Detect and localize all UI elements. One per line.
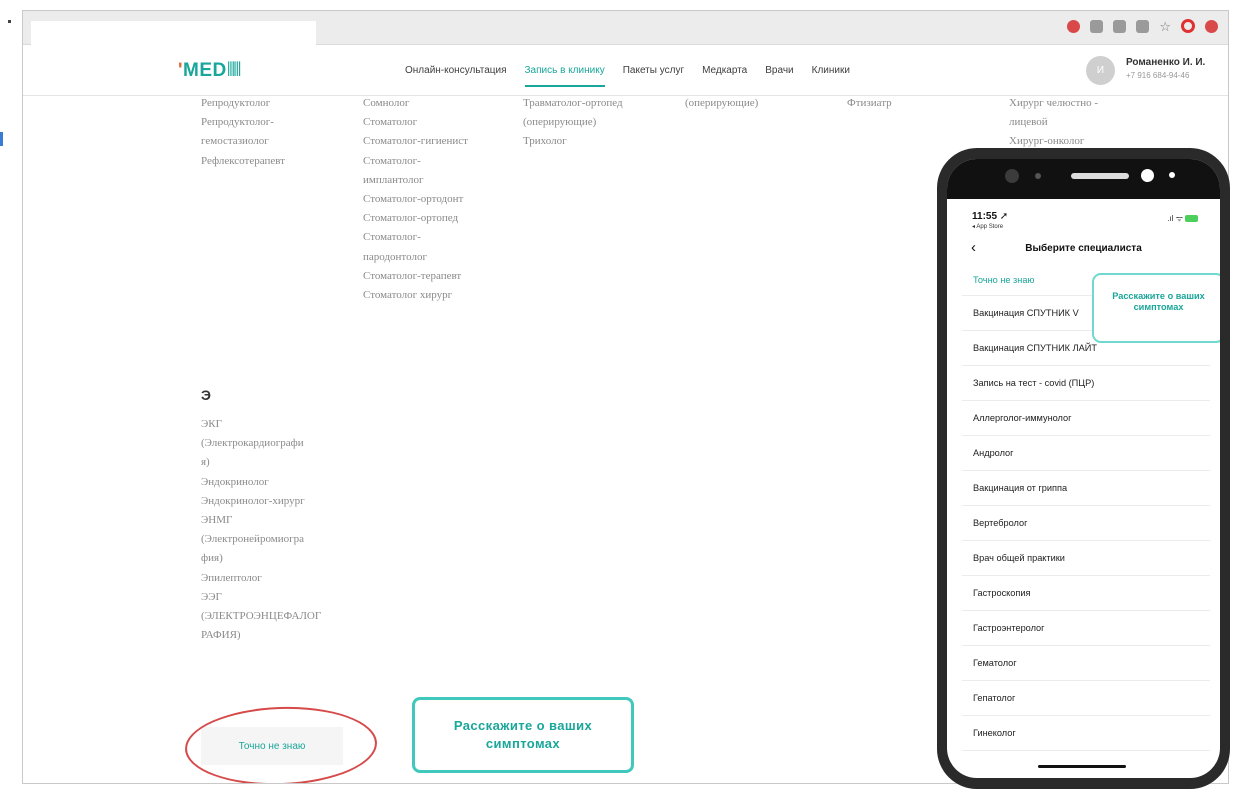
nav-service-packages[interactable]: Пакеты услуг (623, 65, 684, 87)
specialty-link[interactable]: Травматолог-ортопед (523, 94, 623, 113)
logo[interactable]: ʹMED⦀⦀ (178, 60, 242, 82)
opera-icon[interactable] (1181, 19, 1195, 33)
browser-toolbar: ☆ (23, 11, 1228, 46)
edge-mark-blue (0, 132, 3, 146)
user-phone: +7 916 684-94-46 (1126, 71, 1190, 80)
user-name[interactable]: Романенко И. И. (1126, 57, 1205, 68)
specialty-link[interactable]: имплантолог (363, 171, 468, 190)
speaker-icon (1071, 173, 1129, 179)
list-item[interactable]: Вертебролог (962, 506, 1210, 541)
list-item[interactable]: Аллерголог-иммунолог (962, 401, 1210, 436)
nav-online-consultation[interactable]: Онлайн-консультация (405, 65, 507, 87)
specialty-link[interactable]: Эпилептолог (201, 569, 321, 588)
specialty-link[interactable]: (Электрокардиографи (201, 434, 321, 453)
specialty-link[interactable]: Репродуктолог- (201, 113, 285, 132)
specialty-link[interactable]: Стоматолог-ортопед (363, 209, 468, 228)
specialty-column-5: Фтизиатр (847, 94, 892, 113)
sensor-icon (1141, 169, 1154, 182)
specialty-link[interactable]: Трихолог (523, 132, 623, 151)
extension-icon[interactable] (1067, 19, 1081, 33)
status-time: 11:55 ➚ (972, 211, 1009, 222)
specialty-link[interactable]: Репродуктолог (201, 94, 285, 113)
list-item[interactable]: Вакцинация от гриппа (962, 471, 1210, 506)
nav-medical-record[interactable]: Медкарта (702, 65, 747, 87)
status-icons: .ıl ᯤ (1167, 213, 1198, 224)
camera-icon (1005, 169, 1019, 183)
logo-bars-icon: ⦀⦀ (226, 60, 242, 81)
screen-title: Выберите специалиста (1025, 243, 1142, 254)
specialty-link[interactable]: (ЭЛЕКТРОЭНЦЕФАЛОГ (201, 607, 321, 626)
list-item[interactable]: Гепатолог (962, 681, 1210, 716)
specialty-link[interactable]: Хирург челюстно - (1009, 94, 1098, 113)
extension-icon[interactable] (1090, 19, 1104, 33)
address-bar[interactable] (31, 21, 316, 46)
specialty-link[interactable]: Рефлексотерапевт (201, 152, 285, 171)
adblock-icon[interactable] (1205, 19, 1218, 33)
site-header: ʹMED⦀⦀ Онлайн-консультация Запись в клин… (23, 46, 1228, 96)
specialty-link[interactable]: Фтизиатр (847, 94, 892, 113)
specialty-link[interactable]: Стоматолог (363, 113, 468, 132)
specialty-link[interactable]: я) (201, 453, 321, 472)
browser-extensions: ☆ (1067, 19, 1218, 33)
specialty-link[interactable]: (оперирующие) (523, 113, 623, 132)
list-item[interactable]: Андролог (962, 436, 1210, 471)
list-item[interactable]: Гинеколог (962, 716, 1210, 751)
dont-know-button[interactable]: Точно не знаю (201, 727, 343, 765)
specialty-link[interactable]: Эндокринолог-хирург (201, 492, 321, 511)
phone-screen: 11:55 ➚ ◂ App Store .ıl ᯤ ‹ Выберите спе… (947, 159, 1220, 778)
specialty-link[interactable]: (Электронейромиогра (201, 530, 321, 549)
mobile-tell-symptoms-button[interactable]: Расскажите о ваших симптомах (1092, 273, 1220, 343)
list-item[interactable]: Врач общей практики (962, 541, 1210, 576)
back-to-app-store[interactable]: ◂ App Store (972, 223, 1003, 230)
nav-clinics[interactable]: Клиники (812, 65, 850, 87)
key-icon[interactable] (1113, 19, 1127, 33)
specialty-link[interactable]: (оперирующие) (685, 94, 758, 113)
specialty-column-4: (оперирующие) (685, 94, 758, 113)
battery-icon (1185, 215, 1198, 223)
specialty-link[interactable]: Эндокринолог (201, 473, 321, 492)
specialty-link[interactable]: пародонтолог (363, 248, 468, 267)
logo-text: MED (183, 60, 227, 81)
specialty-link[interactable]: гемостазиолог (201, 132, 285, 151)
list-item[interactable]: Гастроскопия (962, 576, 1210, 611)
specialty-column-2: Сомнолог Стоматолог Стоматолог-гигиенист… (363, 94, 468, 305)
specialty-column-1: Репродуктолог Репродуктолог- гемостазиол… (201, 94, 285, 171)
specialty-link[interactable]: Стоматолог хирург (363, 286, 468, 305)
specialty-link[interactable]: Стоматолог-гигиенист (363, 132, 468, 151)
phone-mockup: 11:55 ➚ ◂ App Store .ıl ᯤ ‹ Выберите спе… (937, 148, 1230, 789)
screenshot: ☆ ʹMED⦀⦀ Онлайн-консультация Запись в кл… (0, 0, 1235, 790)
specialty-link[interactable]: ЭКГ (201, 415, 321, 434)
list-item[interactable]: Гастроэнтеролог (962, 611, 1210, 646)
specialty-link[interactable]: лицевой (1009, 113, 1098, 132)
nav-clinic-booking[interactable]: Запись в клинику (524, 65, 605, 87)
specialty-link[interactable]: Стоматолог- (363, 152, 468, 171)
star-icon[interactable]: ☆ (1159, 20, 1171, 33)
phone-notch (947, 159, 1220, 199)
list-item[interactable]: Гематолог (962, 646, 1210, 681)
nav-doctors[interactable]: Врачи (765, 65, 793, 87)
specialty-link[interactable]: Стоматолог-ортодонт (363, 190, 468, 209)
specialty-column-e: ЭКГ (Электрокардиографи я) Эндокринолог … (201, 415, 321, 645)
home-indicator[interactable] (1038, 765, 1126, 768)
specialty-link[interactable]: Стоматолог- (363, 228, 468, 247)
specialty-column-6: Хирург челюстно - лицевой Хирург-онколог (1009, 94, 1098, 152)
translate-icon[interactable] (1136, 19, 1150, 33)
edge-mark (8, 20, 11, 23)
section-letter: Э (201, 387, 211, 403)
specialty-link[interactable]: Стоматолог-терапевт (363, 267, 468, 286)
specialty-link[interactable]: ЭЭГ (201, 588, 321, 607)
specialty-link[interactable]: Сомнолог (363, 94, 468, 113)
tell-symptoms-button[interactable]: Расскажите о ваших симптомах (412, 697, 634, 773)
specialty-link[interactable]: РАФИЯ) (201, 626, 321, 645)
specialty-link[interactable]: фия) (201, 549, 321, 568)
sensor-icon (1169, 172, 1175, 178)
sensor-icon (1035, 173, 1041, 179)
specialty-column-3: Травматолог-ортопед (оперирующие) Трихол… (523, 94, 623, 152)
main-nav: Онлайн-консультация Запись в клинику Пак… (405, 65, 868, 87)
specialty-link[interactable]: ЭНМГ (201, 511, 321, 530)
avatar[interactable]: И (1086, 56, 1115, 85)
list-item[interactable]: Запись на тест - covid (ПЦР) (962, 366, 1210, 401)
